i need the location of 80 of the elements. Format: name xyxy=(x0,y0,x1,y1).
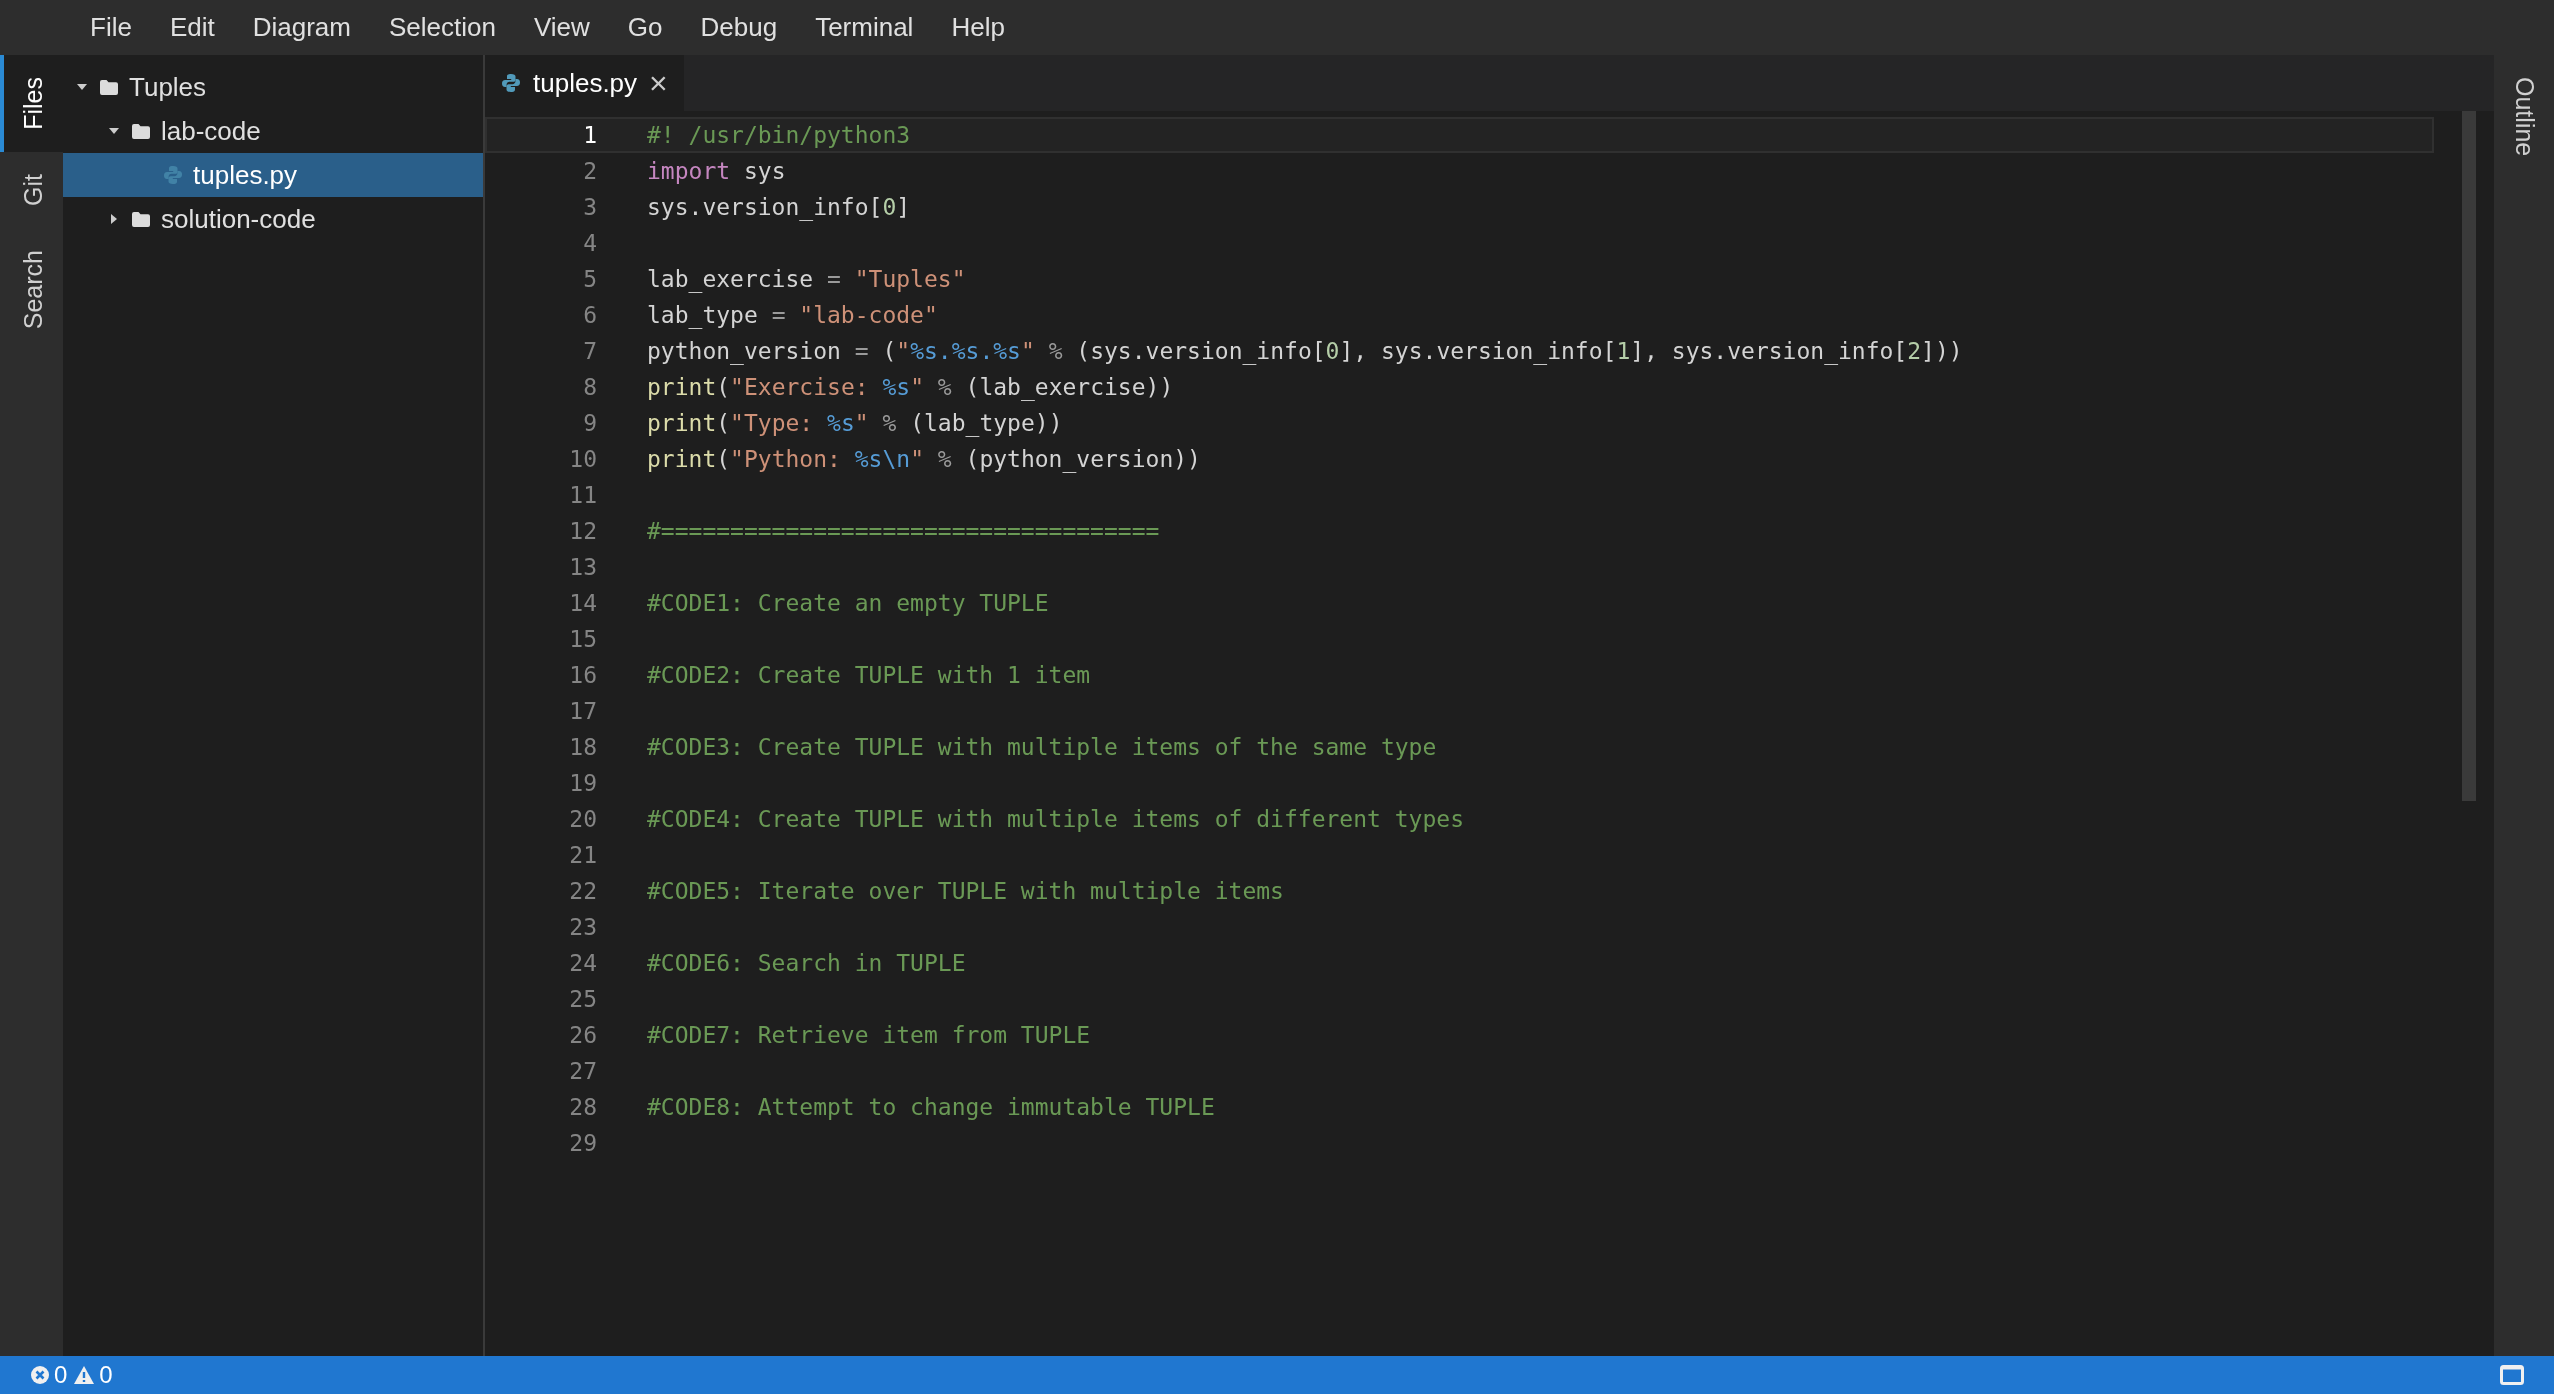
line-number: 13 xyxy=(568,552,597,582)
line-number: 17 xyxy=(568,696,597,726)
file-row[interactable]: tuples.py xyxy=(63,153,483,197)
python-file-icon xyxy=(163,165,183,185)
folder-row[interactable]: lab-code xyxy=(63,109,483,153)
line-number: 20 xyxy=(568,804,597,834)
panel-icon[interactable] xyxy=(2500,1365,2524,1385)
python-file-icon xyxy=(501,73,521,93)
code-line: #CODE8: Attempt to change immutable TUPLE xyxy=(647,1092,1215,1122)
line-number: 1 xyxy=(582,120,597,150)
code-line: lab_type = "lab-code" xyxy=(647,300,938,331)
code-line: print("Exercise: %s" % (lab_exercise)) xyxy=(647,372,1174,403)
line-number: 14 xyxy=(568,588,597,618)
tab-label: tuples.py xyxy=(533,66,638,100)
code-line: #CODE1: Create an empty TUPLE xyxy=(647,588,1049,618)
line-number: 5 xyxy=(582,264,597,294)
code-line: python_version = ("%s.%s.%s" % (sys.version_info[0], sys.version_info[1], sys.version_info[2])) xyxy=(647,336,1963,367)
folder-row[interactable]: Tuples xyxy=(63,65,483,109)
file-name: lab-code xyxy=(161,114,261,148)
code-line: #==================================== xyxy=(647,516,1160,546)
line-number: 9 xyxy=(582,408,597,438)
line-number: 6 xyxy=(582,300,597,330)
line-number: 24 xyxy=(568,948,597,978)
code-line: print("Type: %s" % (lab_type)) xyxy=(647,408,1063,439)
line-number: 18 xyxy=(568,732,597,762)
menu-item[interactable]: Selection xyxy=(388,8,496,47)
warning-icon[interactable] xyxy=(73,1365,96,1385)
line-number: 26 xyxy=(568,1020,597,1050)
code-line: #CODE5: Iterate over TUPLE with multiple items xyxy=(647,876,1284,906)
folder-icon xyxy=(99,78,119,96)
file-name: solution-code xyxy=(161,202,316,236)
code-line: #CODE6: Search in TUPLE xyxy=(647,948,966,978)
file-name: Tuples xyxy=(129,70,207,104)
line-number: 2 xyxy=(582,156,597,186)
line-number: 21 xyxy=(568,840,597,870)
close-button[interactable]: × xyxy=(649,67,668,99)
warning-count: 0 xyxy=(99,1360,113,1390)
side-tab[interactable]: Outline xyxy=(2505,77,2543,157)
line-number: 3 xyxy=(582,192,597,222)
line-number: 7 xyxy=(582,336,597,366)
code-line: print("Python: %s\n" % (python_version)) xyxy=(647,444,1201,475)
line-number: 22 xyxy=(568,876,597,906)
error-count: 0 xyxy=(54,1360,68,1390)
line-number: 8 xyxy=(582,372,597,402)
line-number: 12 xyxy=(568,516,597,546)
menu-item[interactable]: Diagram xyxy=(252,8,351,47)
menu-item[interactable]: Debug xyxy=(700,8,778,47)
line-number: 11 xyxy=(568,480,597,510)
error-icon[interactable] xyxy=(30,1365,50,1385)
code-line: #CODE4: Create TUPLE with multiple items of different types xyxy=(647,804,1464,834)
code-line: #CODE7: Retrieve item from TUPLE xyxy=(647,1020,1091,1050)
menu-item[interactable]: Terminal xyxy=(815,8,914,47)
code-line: #CODE3: Create TUPLE with multiple items of the same type xyxy=(647,732,1437,762)
code-line: #CODE2: Create TUPLE with 1 item xyxy=(647,660,1091,690)
code-line: lab_exercise = "Tuples" xyxy=(647,264,966,295)
line-number: 27 xyxy=(568,1056,597,1086)
menu-item[interactable]: Help xyxy=(951,8,1005,47)
code-line: sys.version_info[0] xyxy=(647,192,911,223)
menu-item[interactable]: File xyxy=(90,8,132,47)
file-name: tuples.py xyxy=(193,158,298,192)
line-number: 19 xyxy=(568,768,597,798)
folder-icon xyxy=(131,210,151,228)
line-number: 15 xyxy=(568,624,597,654)
folder-row[interactable]: solution-code xyxy=(63,197,483,241)
menu-item[interactable]: Go xyxy=(627,8,663,47)
line-number: 4 xyxy=(582,228,597,258)
editor-tab[interactable]: tuples.py × xyxy=(485,55,684,111)
code-line: #! /usr/bin/python3 xyxy=(647,120,911,150)
line-number: 16 xyxy=(568,660,597,690)
line-number: 29 xyxy=(568,1128,597,1158)
line-number: 28 xyxy=(568,1092,597,1122)
folder-icon xyxy=(131,122,151,140)
side-tab[interactable]: Files xyxy=(0,55,63,152)
code-line: import sys xyxy=(647,156,786,186)
line-number: 23 xyxy=(568,912,597,942)
menu-item[interactable]: View xyxy=(533,8,590,47)
line-number: 10 xyxy=(568,444,597,474)
line-number: 25 xyxy=(568,984,597,1014)
menu-item[interactable]: Edit xyxy=(169,8,215,47)
scrollbar-thumb[interactable] xyxy=(2462,111,2476,801)
